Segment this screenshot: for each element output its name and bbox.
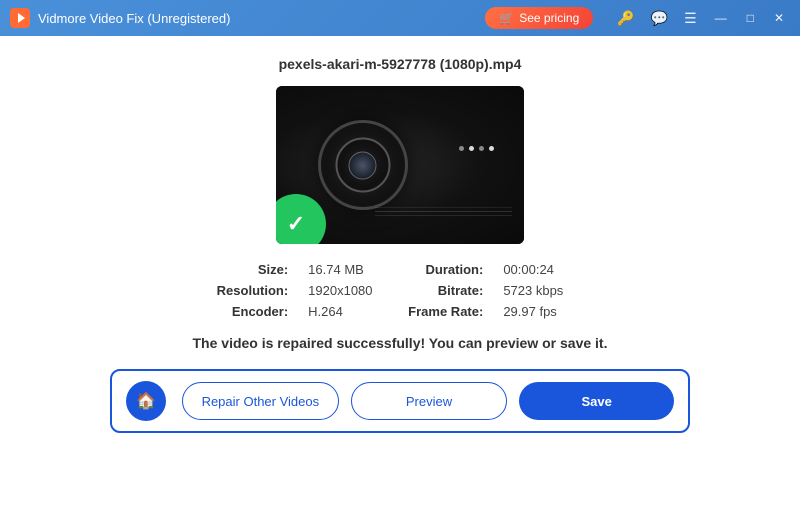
video-filename: pexels-akari-m-5927778 (1080p).mp4 — [279, 56, 522, 72]
dot-4 — [489, 146, 494, 151]
cart-icon: 🛒 — [499, 11, 514, 25]
action-buttons-group: Repair Other Videos Preview Save — [182, 382, 674, 420]
framerate-label: Frame Rate: — [408, 304, 483, 319]
title-bar: Vidmore Video Fix (Unregistered) 🛒 See p… — [0, 0, 800, 36]
maximize-button[interactable]: □ — [741, 9, 760, 27]
dot-1 — [459, 146, 464, 151]
duration-value: 00:00:24 — [503, 262, 583, 277]
repair-other-videos-button[interactable]: Repair Other Videos — [182, 382, 339, 420]
size-label: Size: — [217, 262, 289, 277]
mechanical-lines — [375, 211, 511, 212]
video-preview: ✓ — [276, 86, 524, 244]
lens-outer — [318, 120, 408, 210]
menu-icon-button[interactable]: ☰ — [680, 8, 701, 29]
window-controls: 🔑 💬 ☰ — □ ✕ — [613, 8, 790, 29]
size-value: 16.74 MB — [308, 262, 388, 277]
lens-inner — [335, 138, 390, 193]
resolution-value: 1920x1080 — [308, 283, 388, 298]
app-logo — [10, 8, 30, 28]
chat-icon-button[interactable]: 💬 — [647, 8, 672, 29]
home-button[interactable]: 🏠 — [126, 381, 166, 421]
home-icon: 🏠 — [136, 391, 156, 411]
framerate-value: 29.97 fps — [503, 304, 583, 319]
lens-core — [349, 151, 377, 179]
save-button[interactable]: Save — [519, 382, 674, 420]
see-pricing-button[interactable]: 🛒 See pricing — [485, 7, 593, 29]
close-button[interactable]: ✕ — [768, 9, 790, 27]
dot-2 — [469, 146, 474, 151]
main-content: pexels-akari-m-5927778 (1080p).mp4 ✓ Siz… — [0, 36, 800, 519]
app-title: Vidmore Video Fix (Unregistered) — [38, 11, 485, 26]
action-area: 🏠 Repair Other Videos Preview Save — [110, 369, 690, 433]
minimize-button[interactable]: — — [709, 9, 733, 27]
encoder-value: H.264 — [308, 304, 388, 319]
light-dots — [459, 146, 494, 151]
duration-label: Duration: — [408, 262, 483, 277]
key-icon-button[interactable]: 🔑 — [613, 8, 638, 29]
video-info-table: Size: 16.74 MB Duration: 00:00:24 Resolu… — [217, 262, 584, 319]
bitrate-value: 5723 kbps — [503, 283, 583, 298]
success-message: The video is repaired successfully! You … — [193, 335, 608, 351]
bitrate-label: Bitrate: — [408, 283, 483, 298]
dot-3 — [479, 146, 484, 151]
preview-button[interactable]: Preview — [351, 382, 508, 420]
encoder-label: Encoder: — [217, 304, 289, 319]
resolution-label: Resolution: — [217, 283, 289, 298]
